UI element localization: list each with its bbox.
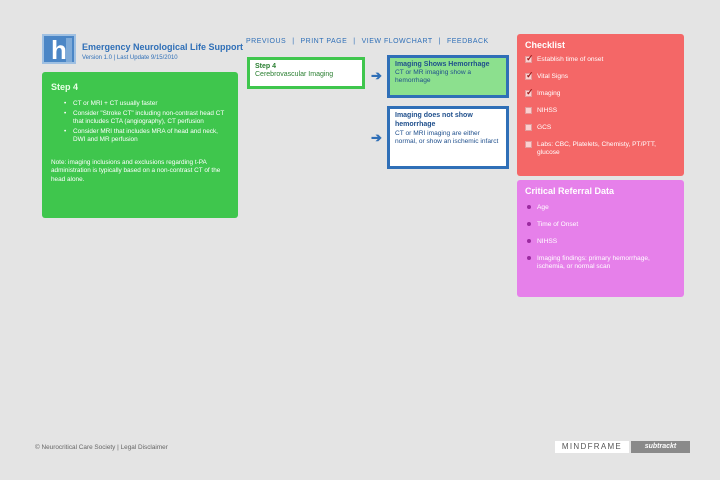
logo-letter: h <box>51 35 67 65</box>
critical-referral-panel: Critical Referral Data Age Time of Onset… <box>517 180 684 297</box>
checklist-item: GCS <box>525 124 676 132</box>
nav-previous-link[interactable]: PREVIOUS <box>246 38 286 45</box>
checkbox[interactable] <box>525 107 532 114</box>
top-nav: PREVIOUS | PRINT PAGE | VIEW FLOWCHART |… <box>246 38 489 45</box>
nav-separator: | <box>292 38 295 45</box>
checklist-item-label: Labs: CBC, Platelets, Chemisty, PT/PTT, … <box>537 141 656 156</box>
current-step-title: Cerebrovascular Imaging <box>255 71 334 78</box>
bullet-icon <box>527 256 531 260</box>
subtrackt-logo[interactable]: subtrackt <box>631 441 690 453</box>
critical-referral-item: NIHSS <box>525 238 676 246</box>
step-bullet: Consider "Stroke CT" including non-contr… <box>64 110 229 127</box>
checklist-title: Checklist <box>525 40 566 50</box>
critical-referral-item: Time of Onset <box>525 221 676 229</box>
checklist-item: ✓ Imaging <box>525 87 676 98</box>
step-heading: Step 4 <box>51 82 79 92</box>
app-logo: h <box>42 34 76 64</box>
nav-view-flowchart-link[interactable]: VIEW FLOWCHART <box>362 38 433 45</box>
footer: © Neurocritical Care Society | Legal Dis… <box>35 444 168 451</box>
critical-referral-label: Imaging findings: primary hemorrhage, is… <box>537 255 650 270</box>
checklist-item-label: Imaging <box>537 90 561 97</box>
checklist-item-label: NIHSS <box>537 107 558 114</box>
checkbox[interactable]: ✓ <box>525 70 534 80</box>
bullet-icon <box>527 239 531 243</box>
nav-separator: | <box>438 38 441 45</box>
app-title: Emergency Neurological Life Support <box>82 42 244 52</box>
critical-referral-item: Imaging findings: primary hemorrhage, is… <box>525 255 676 271</box>
step-bullet: CT or MRI + CT usually faster <box>64 100 229 109</box>
option-no-hemorrhage-title: Imaging does not show hemorrhage <box>395 112 473 128</box>
critical-referral-title: Critical Referral Data <box>525 186 615 196</box>
checklist-panel: Checklist ✓ Establish time of onset ✓ Vi… <box>517 34 684 176</box>
option-hemorrhage-text: CT or MR imaging show a hemorrhage <box>395 69 472 84</box>
checklist-item: ✓ Vital Signs <box>525 70 676 81</box>
bullet-icon <box>527 205 531 209</box>
critical-referral-label: NIHSS <box>537 238 558 245</box>
checkbox[interactable] <box>525 141 532 148</box>
mindframe-logo[interactable]: MINDFRAME <box>555 441 629 453</box>
checklist-item-label: Establish time of onset <box>537 56 604 63</box>
option-no-hemorrhage-button[interactable]: Imaging does not show hemorrhage CT or M… <box>387 106 509 169</box>
nav-feedback-link[interactable]: FEEDBACK <box>447 38 489 45</box>
critical-referral-label: Age <box>537 204 549 211</box>
bullet-icon <box>527 222 531 226</box>
current-step-label: Step 4 <box>255 63 277 70</box>
checkbox[interactable]: ✓ <box>525 53 534 63</box>
check-mark-icon: ✓ <box>526 70 534 80</box>
check-mark-icon: ✓ <box>526 53 534 63</box>
step-bullet-list: CT or MRI + CT usually faster Consider "… <box>51 100 229 145</box>
legal-disclaimer-link[interactable]: Legal Disclaimer <box>121 444 168 451</box>
checkbox[interactable] <box>525 124 532 131</box>
checklist-item-label: Vital Signs <box>537 73 569 80</box>
app-version: Version 1.0 | Last Update 9/15/2010 <box>82 55 178 61</box>
checklist-item-label: GCS <box>537 124 552 131</box>
step-detail-panel: Step 4 CT or MRI + CT usually faster Con… <box>42 72 238 218</box>
checklist-item: Labs: CBC, Platelets, Chemisty, PT/PTT, … <box>525 141 676 157</box>
current-step-box: Step 4 Cerebrovascular Imaging <box>247 57 365 89</box>
option-hemorrhage-title: Imaging Shows Hemorrhage <box>395 61 490 68</box>
step-note: Note: imaging inclusions and exclusions … <box>51 158 221 183</box>
checklist-item: NIHSS <box>525 107 676 115</box>
check-mark-icon: ✓ <box>526 87 534 97</box>
nav-print-page-link[interactable]: PRINT PAGE <box>301 38 348 45</box>
critical-referral-label: Time of Onset <box>537 221 579 228</box>
option-hemorrhage-button[interactable]: Imaging Shows Hemorrhage CT or MR imagin… <box>387 55 509 98</box>
nav-separator: | <box>353 38 356 45</box>
arrow-right-icon: ➔ <box>371 68 382 83</box>
footer-separator: | <box>117 444 119 451</box>
checklist-item: ✓ Establish time of onset <box>525 53 676 64</box>
checkbox[interactable]: ✓ <box>525 87 534 97</box>
option-no-hemorrhage-text: CT or MRI imaging are either normal, or … <box>395 130 499 145</box>
step-bullet: Consider MRI that includes MRA of head a… <box>64 128 229 145</box>
logo-stripe <box>66 38 72 62</box>
copyright-text: © Neurocritical Care Society <box>35 444 116 451</box>
arrow-right-icon: ➔ <box>371 130 382 145</box>
critical-referral-item: Age <box>525 204 676 212</box>
